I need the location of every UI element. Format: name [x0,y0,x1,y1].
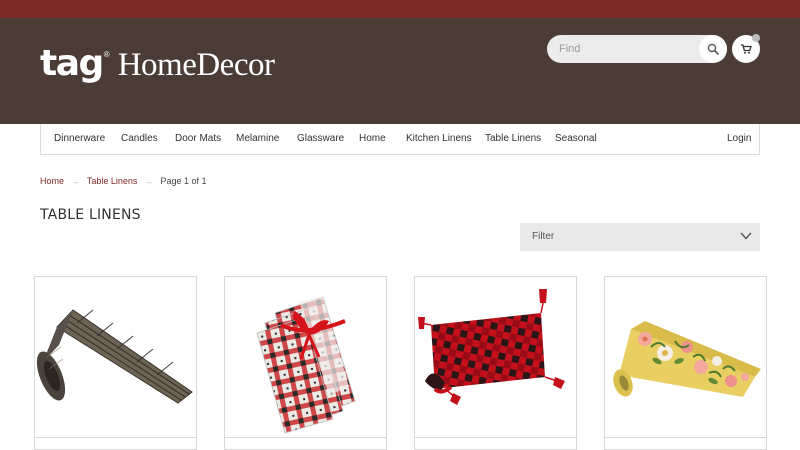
product-image [36,309,193,404]
chevron-down-icon [740,232,752,240]
breadcrumb-table-linens[interactable]: Table Linens [87,176,138,186]
product-image [613,321,761,397]
breadcrumb-home[interactable]: Home [40,176,64,186]
card-divider [415,437,576,438]
main-nav: Dinnerware Candles Door Mats Melamine Gl… [40,124,760,155]
card-divider [605,437,766,438]
search-input[interactable] [559,35,699,63]
breadcrumb-page: Page 1 of 1 [160,176,207,186]
filter-dropdown[interactable]: Filter [520,223,760,251]
breadcrumb-separator: → [144,177,153,186]
product-card[interactable] [34,276,197,450]
card-divider [225,437,386,438]
login-link[interactable]: Login [727,124,751,154]
logo-registered: ® [103,50,110,59]
product-image [256,296,356,434]
breadcrumb: Home → Table Linens → Page 1 of 1 [40,176,207,186]
cart-count-badge [752,34,760,42]
search-icon [707,43,719,55]
nav-item-home[interactable]: Home [359,124,386,154]
nav-item-melamine[interactable]: Melamine [236,124,279,154]
product-card[interactable] [604,276,767,450]
logo-wordmark: HomeDecor [117,47,275,83]
product-image [418,289,565,405]
search-button[interactable] [699,35,727,63]
top-accent-bar [0,0,800,18]
nav-item-door-mats[interactable]: Door Mats [175,124,221,154]
page-title: TABLE LINENS [40,207,141,223]
nav-item-candles[interactable]: Candles [121,124,158,154]
nav-item-dinnerware[interactable]: Dinnerware [54,124,105,154]
site-header: tag ® HomeDecor [0,18,800,124]
product-card[interactable] [414,276,577,450]
card-divider [35,437,196,438]
nav-item-seasonal[interactable]: Seasonal [555,124,597,154]
nav-item-kitchen-linens[interactable]: Kitchen Linens [406,124,472,154]
breadcrumb-separator: → [71,177,80,186]
site-logo[interactable]: tag ® HomeDecor [40,43,275,84]
product-card[interactable] [224,276,387,450]
cart-icon [741,44,752,54]
nav-item-table-linens[interactable]: Table Linens [485,124,541,154]
filter-label: Filter [532,231,555,242]
logo-mark: tag [40,43,104,84]
search-box [547,35,727,63]
nav-item-glassware[interactable]: Glassware [297,124,344,154]
